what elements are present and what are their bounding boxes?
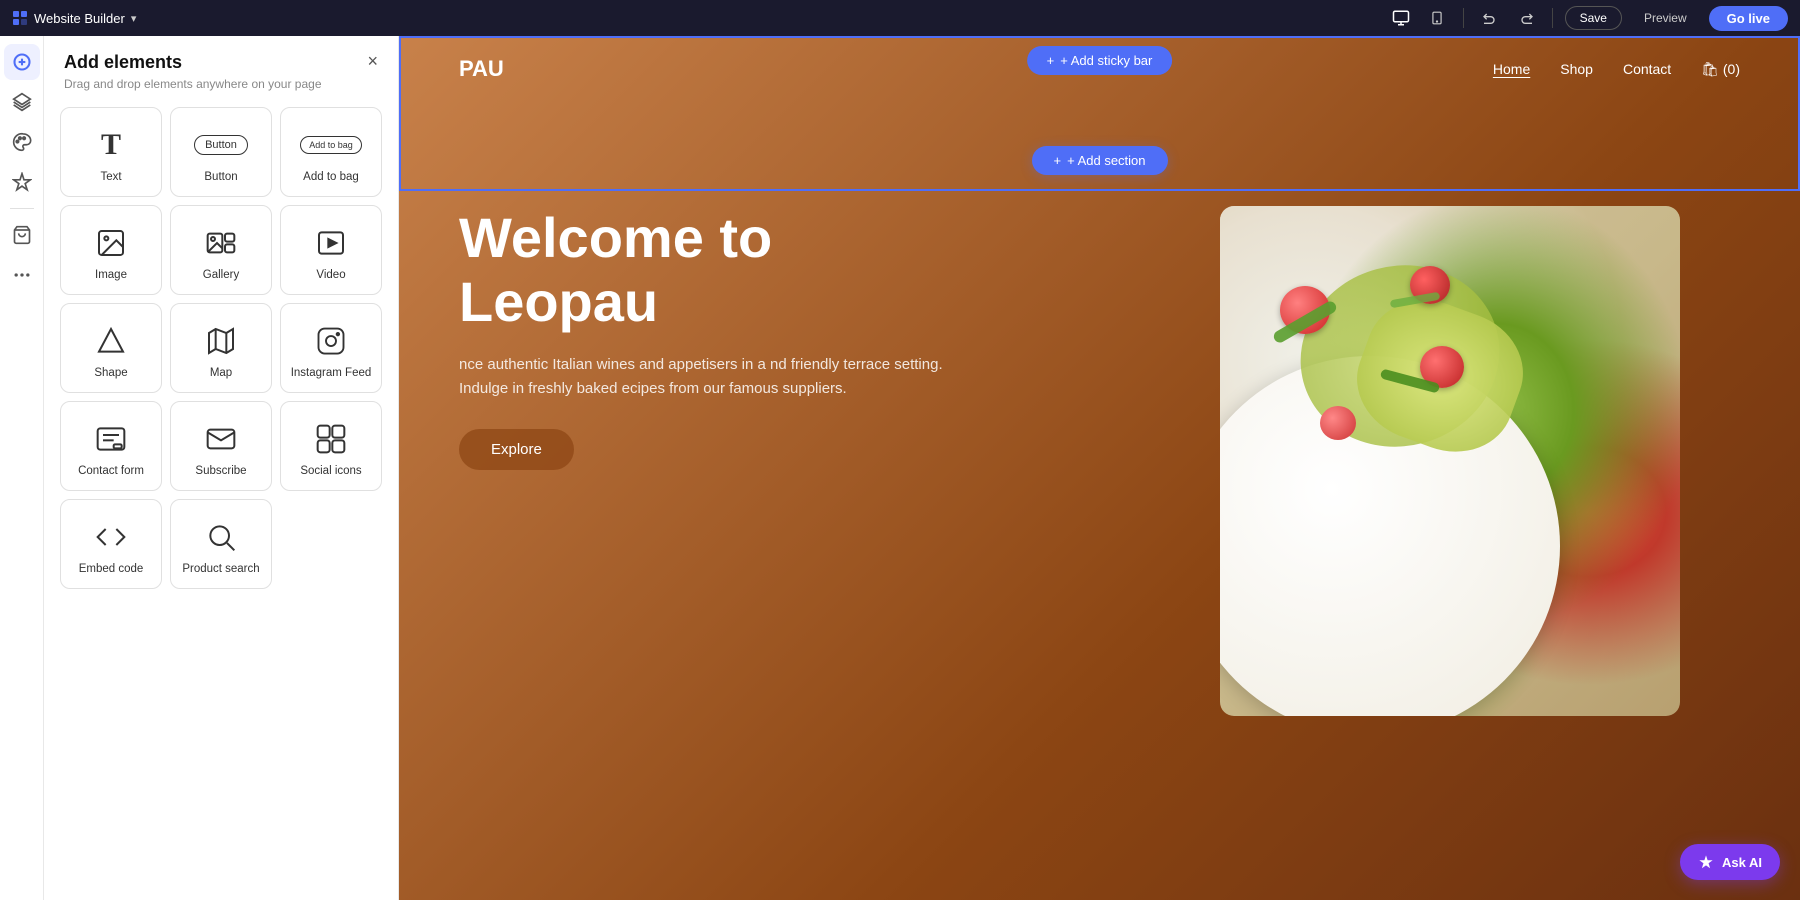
sidebar-theme-btn[interactable]: [4, 124, 40, 160]
explore-button[interactable]: Explore: [459, 429, 574, 470]
website-preview: + + Add sticky bar PAU Home Shop Contact…: [399, 36, 1800, 900]
food-image: [1220, 206, 1680, 716]
topbar-actions: Save Preview Go live: [1387, 4, 1788, 32]
add-sticky-bar-label: + Add sticky bar: [1060, 53, 1152, 68]
shape-icon: [95, 325, 127, 357]
preview-button[interactable]: Preview: [1630, 7, 1701, 29]
nav-link-shop[interactable]: Shop: [1560, 61, 1593, 77]
add-sticky-bar-button[interactable]: + + Add sticky bar: [1027, 46, 1173, 75]
element-item-text[interactable]: T Text: [60, 107, 162, 197]
contactform-label: Contact form: [78, 465, 144, 477]
add-sticky-bar-icon: +: [1047, 53, 1055, 68]
video-icon: [315, 227, 347, 259]
desktop-view-btn[interactable]: [1387, 4, 1415, 32]
topbar: Website Builder ▾ Save Preview Go live: [0, 0, 1800, 36]
productsearch-label: Product search: [182, 563, 259, 575]
panel-close-button[interactable]: ×: [367, 52, 378, 70]
button-icon: Button: [194, 135, 248, 155]
app-name-area[interactable]: Website Builder ▾: [12, 10, 136, 26]
food-image-bg: [1220, 206, 1680, 716]
hero-title: Welcome to Leopau: [459, 206, 979, 335]
mobile-view-btn[interactable]: [1423, 4, 1451, 32]
shape-label: Shape: [94, 367, 127, 379]
golive-button[interactable]: Go live: [1709, 6, 1788, 31]
elements-panel: Add elements Drag and drop elements anyw…: [44, 36, 399, 900]
sidebar-ai-btn[interactable]: [4, 164, 40, 200]
instagram-icon: [316, 326, 346, 356]
ask-ai-label: Ask AI: [1722, 855, 1762, 870]
add-section-button[interactable]: + + Add section: [1031, 146, 1167, 175]
panel-title: Add elements: [64, 52, 322, 73]
elements-grid: T Text Button Button Add to bag Add to b…: [44, 99, 398, 609]
element-item-map[interactable]: Map: [170, 303, 272, 393]
addtobag-icon: Add to bag: [300, 136, 362, 154]
hero-subtitle: nce authentic Italian wines and appetise…: [459, 353, 979, 401]
embedcode-icon: [95, 521, 127, 553]
site-nav-links: Home Shop Contact 🛍 (0): [1493, 61, 1740, 78]
add-section-icon: +: [1053, 153, 1061, 168]
element-item-contactform[interactable]: Contact form: [60, 401, 162, 491]
icon-sidebar: [0, 36, 44, 900]
map-icon: [205, 325, 237, 357]
cart-icon-area[interactable]: 🛍 (0): [1701, 61, 1740, 78]
map-label: Map: [210, 367, 232, 379]
element-item-shape[interactable]: Shape: [60, 303, 162, 393]
text-label: Text: [100, 171, 121, 183]
add-section-label: + Add section: [1067, 153, 1145, 168]
subscribe-icon: [205, 423, 237, 455]
subscribe-label: Subscribe: [195, 465, 246, 477]
nav-link-home[interactable]: Home: [1493, 61, 1530, 77]
undo-btn[interactable]: [1476, 4, 1504, 32]
cart-count: (0): [1723, 61, 1740, 77]
tomato-4: [1320, 406, 1356, 440]
ask-ai-icon: [1698, 854, 1714, 870]
sidebar-more-btn[interactable]: [4, 257, 40, 293]
panel-header: Add elements Drag and drop elements anyw…: [44, 36, 398, 99]
element-item-addtobag[interactable]: Add to bag Add to bag: [280, 107, 382, 197]
productsearch-icon: [205, 521, 237, 553]
ask-ai-button[interactable]: Ask AI: [1680, 844, 1780, 880]
socialicons-icon: [315, 423, 347, 455]
site-logo-text: PAU: [459, 56, 504, 81]
gallery-label: Gallery: [203, 269, 239, 281]
addtobag-label: Add to bag: [303, 171, 359, 183]
image-icon: [95, 227, 127, 259]
app-logo-icon: [12, 10, 28, 26]
element-item-gallery[interactable]: Gallery: [170, 205, 272, 295]
text-icon: T: [101, 130, 121, 160]
site-logo: PAU: [459, 56, 504, 82]
sidebar-add-btn[interactable]: [4, 44, 40, 80]
app-name-chevron[interactable]: ▾: [131, 12, 137, 25]
video-label: Video: [316, 269, 345, 281]
image-label: Image: [95, 269, 127, 281]
panel-subtitle: Drag and drop elements anywhere on your …: [64, 77, 322, 91]
sidebar-store-btn[interactable]: [4, 217, 40, 253]
main-area: Add elements Drag and drop elements anyw…: [0, 36, 1800, 900]
redo-btn[interactable]: [1512, 4, 1540, 32]
socialicons-label: Social icons: [300, 465, 361, 477]
element-item-subscribe[interactable]: Subscribe: [170, 401, 272, 491]
canvas-area: + + Add sticky bar PAU Home Shop Contact…: [399, 36, 1800, 900]
sidebar-divider: [10, 208, 34, 209]
element-item-productsearch[interactable]: Product search: [170, 499, 272, 589]
element-item-image[interactable]: Image: [60, 205, 162, 295]
topbar-divider-1: [1463, 8, 1464, 28]
hero-content: Welcome to Leopau nce authentic Italian …: [459, 206, 979, 470]
nav-link-contact[interactable]: Contact: [1623, 61, 1671, 77]
instagram-label: Instagram Feed: [291, 367, 372, 379]
gallery-icon: [205, 227, 237, 259]
contactform-icon: [95, 423, 127, 455]
sidebar-layers-btn[interactable]: [4, 84, 40, 120]
element-item-socialicons[interactable]: Social icons: [280, 401, 382, 491]
button-label: Button: [204, 171, 237, 183]
element-item-video[interactable]: Video: [280, 205, 382, 295]
save-button[interactable]: Save: [1565, 6, 1622, 30]
app-name-label: Website Builder: [34, 11, 125, 26]
element-item-instagram[interactable]: Instagram Feed: [280, 303, 382, 393]
embedcode-label: Embed code: [79, 563, 144, 575]
element-item-embedcode[interactable]: Embed code: [60, 499, 162, 589]
element-item-button[interactable]: Button Button: [170, 107, 272, 197]
topbar-divider-2: [1552, 8, 1553, 28]
